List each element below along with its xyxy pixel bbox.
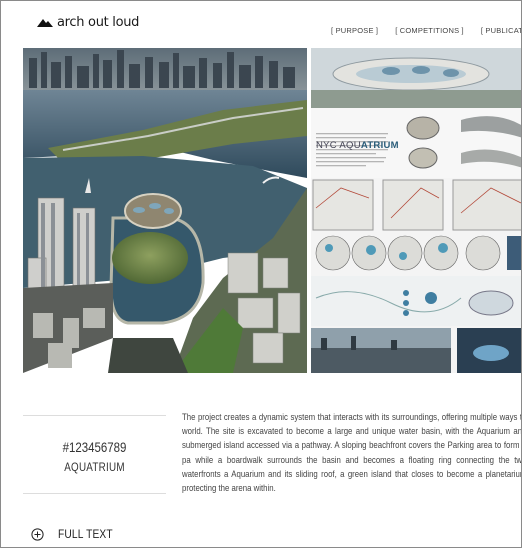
- full-text-toggle[interactable]: FULL TEXT: [31, 527, 122, 541]
- board-title: NYC AQUATRIUM: [316, 140, 399, 151]
- nav-purpose[interactable]: [ PURPOSE ]: [331, 26, 378, 35]
- presentation-board-image: [311, 48, 521, 373]
- plus-circle-icon: [31, 527, 44, 541]
- main-nav: [ PURPOSE ] [ COMPETITIONS ] [ PUBLICATI…: [331, 26, 521, 35]
- aerial-render-image: [23, 48, 307, 373]
- full-text-label: FULL TEXT: [58, 527, 113, 541]
- hero-aerial-render[interactable]: [23, 48, 307, 373]
- hero-presentation-board[interactable]: NYC AQUATRIUM: [311, 48, 521, 373]
- nav-competitions[interactable]: [ COMPETITIONS ]: [395, 26, 464, 35]
- project-description: The project creates a dynamic system tha…: [182, 412, 522, 494]
- divider-top: [23, 415, 166, 416]
- logo-text: arch out loud: [57, 15, 140, 30]
- logo[interactable]: arch out loud: [37, 15, 139, 30]
- nav-publications[interactable]: [ PUBLICATIONS ]: [481, 26, 521, 35]
- project-name: AQUATRIUM: [64, 460, 125, 474]
- project-number: #123456789: [62, 439, 127, 455]
- logo-icon: [37, 19, 53, 27]
- page: arch out loud [ PURPOSE ] [ COMPETITIONS…: [0, 0, 522, 548]
- divider-bottom: [23, 493, 166, 494]
